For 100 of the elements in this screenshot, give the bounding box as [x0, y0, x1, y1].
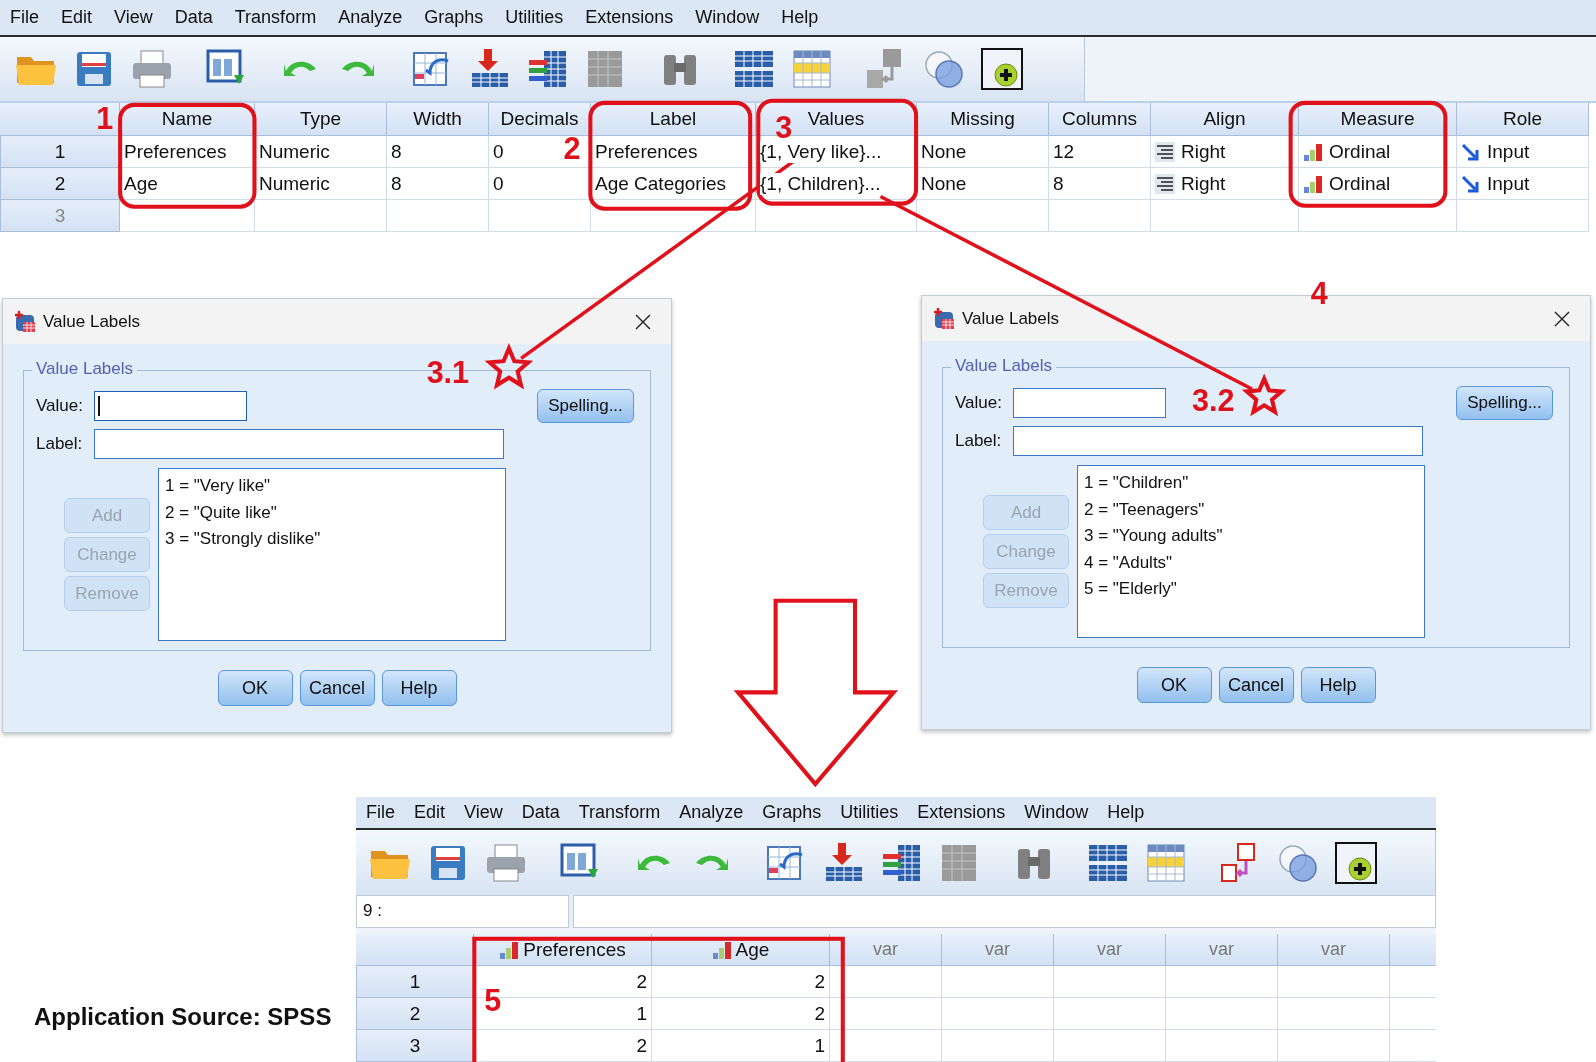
menu-item[interactable]: Graphs [756, 802, 831, 824]
star-icon [484, 342, 534, 390]
list-item[interactable]: 1 = "Very like" [165, 473, 499, 500]
column-header[interactable]: Role [1502, 108, 1543, 130]
step-number: 4 [1310, 276, 1328, 311]
input-field[interactable] [94, 391, 247, 421]
list-item[interactable]: 2 = "Teenagers" [1084, 496, 1418, 523]
arrow-icon [1461, 173, 1481, 194]
column-header[interactable]: Type [299, 108, 342, 130]
cell-text: {1, Children}... [760, 172, 881, 195]
bar-chart-icon [499, 939, 520, 960]
menu-item[interactable]: File [360, 802, 404, 824]
table-cell: 2 [474, 1030, 652, 1062]
menu-item[interactable]: Extensions [911, 802, 1015, 824]
list-item[interactable]: 5 = "Elderly" [1084, 576, 1418, 603]
menu-item[interactable]: Window [1018, 802, 1098, 824]
column-header[interactable]: var [1054, 934, 1166, 966]
column-header[interactable]: Decimals [500, 108, 579, 130]
bar-chart-icon [1303, 141, 1323, 162]
dialog-button[interactable]: Cancel [299, 670, 375, 706]
menu-item[interactable]: Utilities [834, 802, 908, 824]
menu-item[interactable]: Transform [228, 7, 329, 28]
spreadsheet-icon[interactable] [790, 47, 834, 91]
input-field[interactable] [94, 429, 504, 459]
value-label-list[interactable]: 1 = "Very like" 2 = "Quite like" 3 = "Strongly dislike" [158, 468, 506, 641]
menu-item[interactable]: View [458, 802, 512, 824]
dialog-button[interactable]: OK [217, 670, 293, 706]
list-item[interactable]: 3 = "Young adults" [1084, 523, 1418, 550]
column-header[interactable]: var [942, 934, 1054, 966]
header-text: Age [735, 938, 770, 961]
field-label: Label: [955, 431, 1003, 451]
menu-item[interactable]: Analyze [332, 7, 415, 28]
column-header[interactable]: Name [161, 108, 213, 130]
column-header[interactable]: Label [649, 108, 697, 130]
cell-reference: 9 : [356, 894, 569, 928]
table-cell: 1 [652, 1030, 830, 1062]
spelling-button[interactable]: Spelling... [1456, 386, 1553, 420]
column-header[interactable]: var [830, 934, 942, 966]
menu-item[interactable]: Help [775, 7, 831, 28]
column-header[interactable]: Values [807, 108, 865, 130]
input-field[interactable] [1013, 426, 1423, 456]
dialog-button[interactable]: Help [381, 670, 457, 706]
menu-item[interactable]: Extensions [579, 7, 686, 28]
cell-text: {1, Very like}... [760, 140, 882, 163]
column-header[interactable]: var [1166, 934, 1278, 966]
row-number[interactable]: 1 [356, 966, 474, 998]
step-number: 2 [563, 130, 581, 165]
column-header[interactable]: Columns [1062, 108, 1137, 130]
step-number: 3.2 [1192, 383, 1235, 418]
menu-item[interactable]: Data [168, 7, 225, 28]
menu-item[interactable]: Transform [572, 802, 670, 824]
plus-icon[interactable] [980, 47, 1024, 91]
header-text: var [873, 939, 898, 960]
list-item[interactable]: 4 = "Adults" [1084, 549, 1418, 576]
printer-icon[interactable] [130, 47, 174, 91]
row-number[interactable]: 3 [356, 1030, 474, 1062]
row-number[interactable]: 2 [0, 168, 120, 200]
app-icon [13, 309, 37, 334]
list-item[interactable]: 3 = "Strongly dislike" [165, 526, 499, 553]
value-label-list[interactable]: 1 = "Children" 2 = "Teenagers" 3 = "Young adults" 4 = "Adults" 5 = "Elderly" [1077, 465, 1425, 638]
column-header[interactable]: Align [1203, 108, 1246, 130]
caption: Application Source: SPSS [34, 1003, 332, 1031]
bar-chart-icon [1303, 173, 1323, 194]
header-text: Preferences [523, 938, 626, 961]
menu-item[interactable]: Analyze [673, 802, 753, 824]
menu-item[interactable]: Data [515, 802, 569, 824]
plus-icon[interactable] [1334, 840, 1378, 885]
cell-editor[interactable] [573, 894, 1436, 928]
menu-item[interactable]: Utilities [499, 7, 576, 28]
field-label: Value: [36, 396, 84, 416]
input-field[interactable] [1013, 388, 1166, 418]
header-text: var [1321, 939, 1346, 960]
column-header[interactable]: Missing [950, 108, 1015, 130]
menu-item[interactable]: Graphs [418, 7, 496, 28]
app-icon [932, 306, 956, 331]
row-number[interactable]: 2 [356, 998, 474, 1030]
menu-item[interactable]: View [108, 7, 165, 28]
dialog-button[interactable]: Help [1300, 667, 1376, 703]
star-icon [1241, 373, 1287, 417]
menu-item[interactable]: Edit [55, 7, 105, 28]
bar-chart-icon [711, 939, 732, 960]
align-right-icon [1155, 173, 1175, 194]
menu-item[interactable]: Help [1101, 802, 1154, 824]
column-header[interactable]: Measure [1340, 108, 1415, 130]
row-number[interactable]: 1 [0, 136, 120, 168]
spelling-button[interactable]: Spelling... [537, 389, 634, 423]
list-item[interactable]: 1 = "Children" [1084, 470, 1418, 497]
dialog-button[interactable]: Cancel [1218, 667, 1294, 703]
column-header[interactable]: Width [413, 108, 462, 130]
corner-cell[interactable] [356, 934, 474, 966]
menu-item[interactable]: Edit [408, 802, 455, 824]
dialog-button[interactable]: OK [1136, 667, 1212, 703]
menu-item[interactable]: File [4, 7, 51, 28]
list-item[interactable]: 2 = "Quite like" [165, 499, 499, 526]
step-number: 3.1 [426, 354, 470, 389]
column-header[interactable]: var [1278, 934, 1390, 966]
step-number: 1 [96, 101, 114, 136]
field-label: Value: [955, 393, 1003, 413]
arrow-icon [1461, 141, 1481, 162]
menu-item[interactable]: Window [689, 7, 772, 28]
